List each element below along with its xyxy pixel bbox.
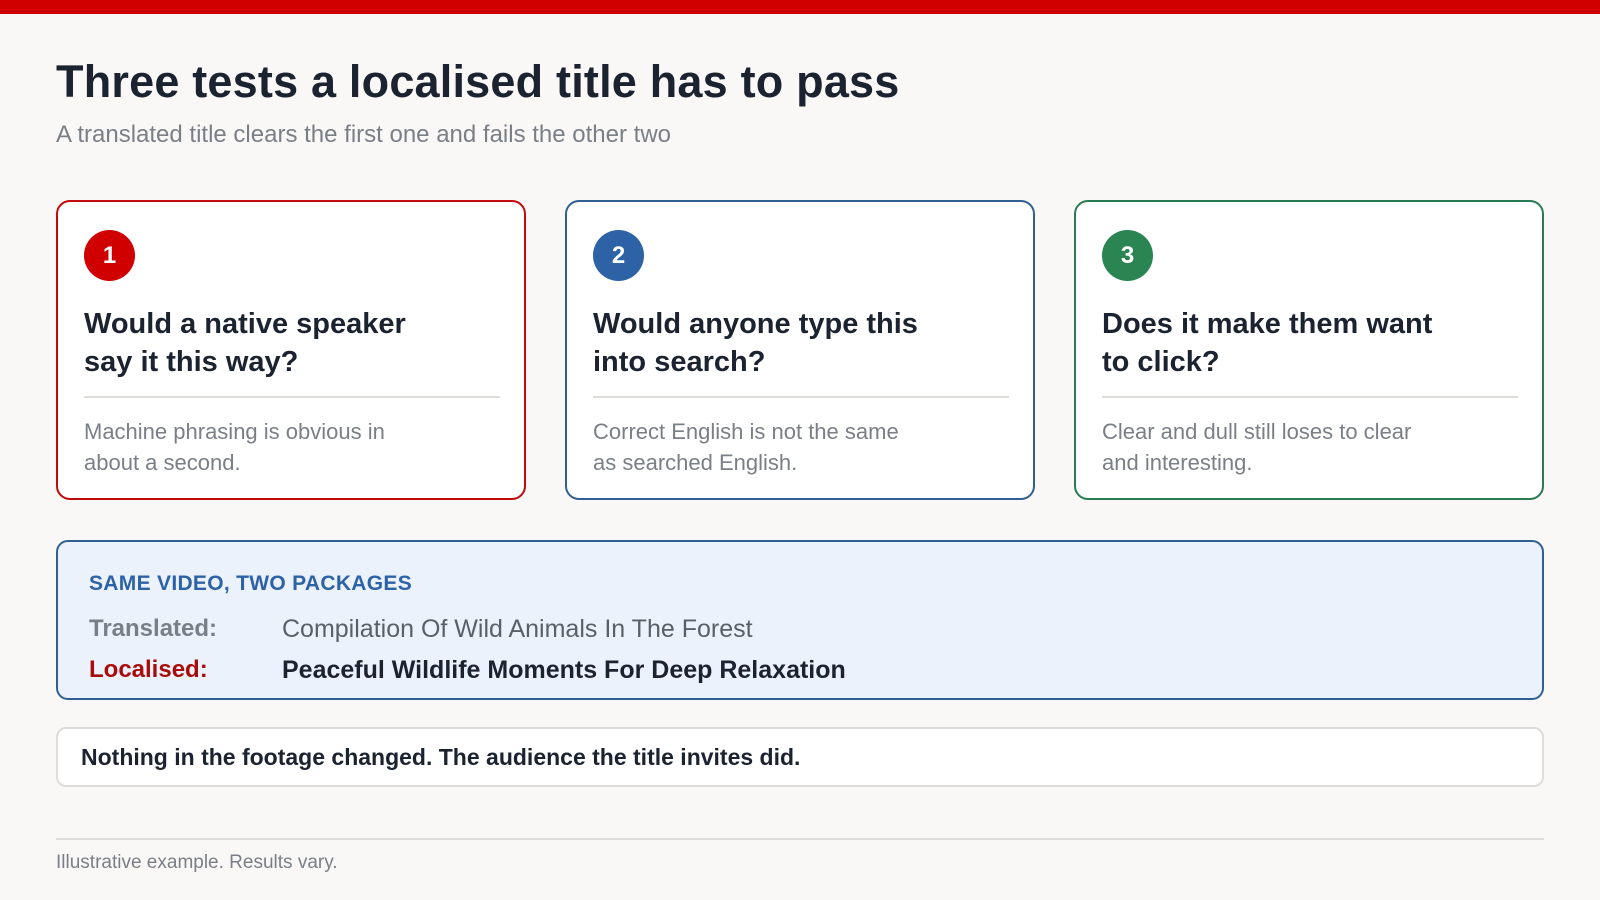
comparison-panel: SAME VIDEO, TWO PACKAGES Translated: Com… — [56, 540, 1544, 700]
localised-row: Localised: Peaceful Wildlife Moments For… — [89, 656, 1489, 688]
card-body: Correct English is not the same as searc… — [593, 419, 899, 475]
card-divider — [84, 396, 500, 398]
comparison-label: SAME VIDEO, TWO PACKAGES — [89, 572, 412, 595]
translated-value: Compilation Of Wild Animals In The Fores… — [282, 615, 753, 643]
number-badge: 3 — [1102, 230, 1153, 281]
card-heading: Does it make them want to click? — [1102, 308, 1433, 378]
localised-key: Localised: — [89, 656, 208, 683]
number-badge: 1 — [84, 230, 135, 281]
card-body: Clear and dull still loses to clear and … — [1102, 419, 1412, 475]
footer-divider — [56, 838, 1544, 840]
footnote: Illustrative example. Results vary. — [56, 852, 338, 873]
card-divider — [1102, 396, 1518, 398]
test-card-search: 2 Would anyone type this into search? Co… — [565, 200, 1035, 500]
card-heading: Would anyone type this into search? — [593, 308, 918, 378]
test-card-native-speaker: 1 Would a native speaker say it this way… — [56, 200, 526, 500]
test-cards: 1 Would a native speaker say it this way… — [56, 200, 1544, 500]
card-divider — [593, 396, 1009, 398]
takeaway-text: Nothing in the footage changed. The audi… — [81, 744, 801, 770]
page-title: Three tests a localised title has to pas… — [56, 56, 900, 107]
test-card-click: 3 Does it make them want to click? Clear… — [1074, 200, 1544, 500]
number-badge: 2 — [593, 230, 644, 281]
translated-row: Translated: Compilation Of Wild Animals … — [89, 615, 1489, 647]
card-heading: Would a native speaker say it this way? — [84, 308, 406, 378]
page-subtitle: A translated title clears the first one … — [56, 121, 671, 148]
translated-key: Translated: — [89, 615, 218, 642]
top-accent-bar — [0, 0, 1600, 14]
localised-value: Peaceful Wildlife Moments For Deep Relax… — [282, 656, 846, 684]
card-body: Machine phrasing is obvious in about a s… — [84, 419, 385, 475]
takeaway-box: Nothing in the footage changed. The audi… — [56, 727, 1544, 787]
